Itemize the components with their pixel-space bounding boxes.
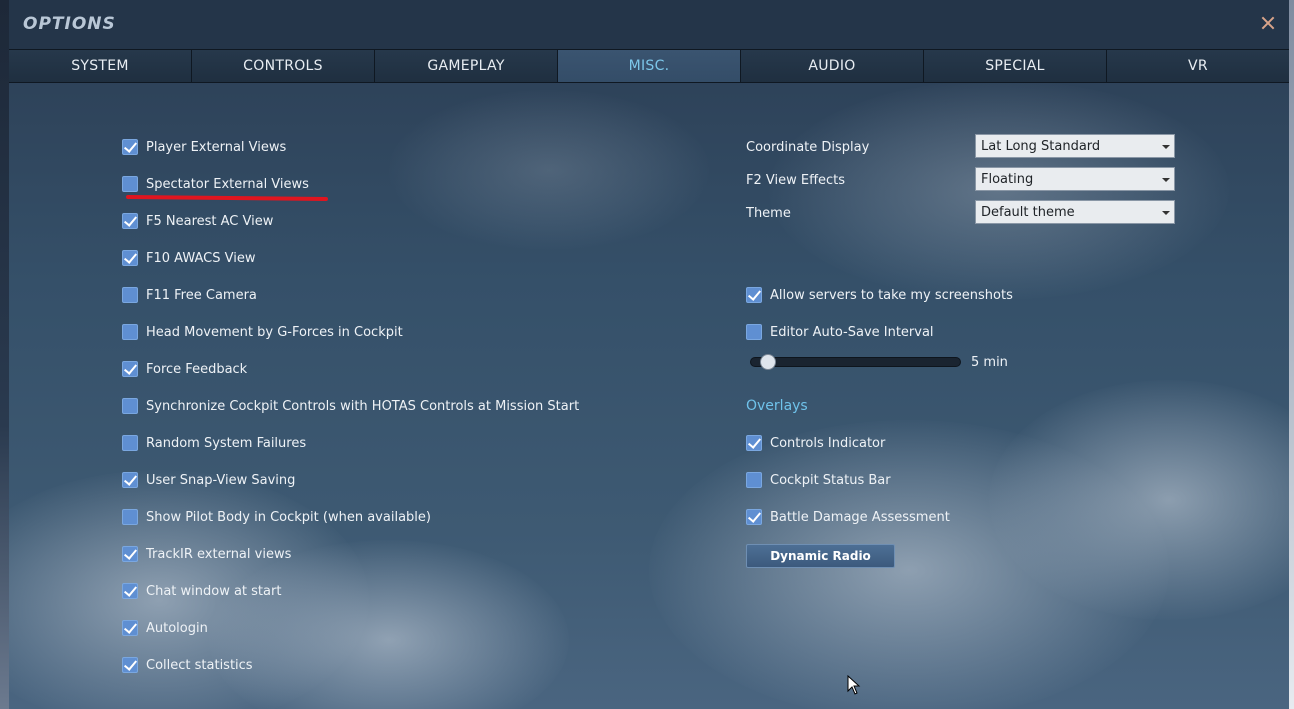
option-label: Force Feedback (146, 361, 248, 377)
option-user-snap-view-saving[interactable]: User Snap-View Saving (122, 470, 295, 490)
dropdown-value: Lat Long Standard (981, 138, 1101, 154)
option-label: Head Movement by G-Forces in Cockpit (146, 324, 403, 340)
autosave-interval-slider[interactable] (750, 357, 961, 367)
checkbox[interactable] (746, 435, 762, 451)
mouse-cursor-icon (847, 675, 861, 695)
option-chat-window-at-start[interactable]: Chat window at start (122, 581, 281, 601)
option-label: Allow servers to take my screenshots (770, 287, 1013, 303)
option-label: TrackIR external views (146, 546, 292, 562)
options-window: OPTIONS SYSTEM CONTROLS GAMEPLAY MISC. A… (9, 0, 1289, 709)
f2-view-effects-label: F2 View Effects (746, 173, 846, 188)
chevron-down-icon (1162, 211, 1170, 215)
option-collect-statistics[interactable]: Collect statistics (122, 655, 253, 675)
checkbox[interactable] (122, 361, 138, 377)
theme-select[interactable]: Default theme (975, 200, 1175, 224)
tab-gameplay[interactable]: GAMEPLAY (375, 50, 558, 82)
dynamic-radio-button[interactable]: Dynamic Radio (746, 544, 895, 568)
option-label: Editor Auto-Save Interval (770, 324, 934, 340)
option-label: Battle Damage Assessment (770, 509, 950, 525)
option-player-external-views[interactable]: Player External Views (122, 137, 286, 157)
dropdown-value: Floating (981, 171, 1034, 187)
checkbox[interactable] (122, 472, 138, 488)
option-label: Autologin (146, 620, 208, 636)
option-label: F5 Nearest AC View (146, 213, 274, 229)
checkbox[interactable] (122, 509, 138, 525)
option-label: F11 Free Camera (146, 287, 257, 303)
option-f5-nearest-ac-view[interactable]: F5 Nearest AC View (122, 211, 273, 231)
option-cockpit-status-bar[interactable]: Cockpit Status Bar (746, 470, 891, 490)
option-trackir-external-views[interactable]: TrackIR external views (122, 544, 291, 564)
option-label: Player External Views (146, 139, 287, 155)
option-label: Synchronize Cockpit Controls with HOTAS … (146, 398, 580, 414)
option-label: Random System Failures (146, 435, 307, 451)
tab-misc[interactable]: MISC. (558, 50, 741, 82)
option-label: Collect statistics (146, 657, 253, 673)
slider-thumb[interactable] (760, 354, 776, 370)
window-title: OPTIONS (23, 14, 116, 34)
theme-label: Theme (746, 206, 791, 221)
checkbox[interactable] (122, 139, 138, 155)
checkbox[interactable] (122, 583, 138, 599)
checkbox[interactable] (122, 176, 138, 192)
option-force-feedback[interactable]: Force Feedback (122, 359, 247, 379)
option-label: Show Pilot Body in Cockpit (when availab… (146, 509, 431, 525)
autosave-interval-value: 5 min (971, 355, 1008, 370)
close-icon[interactable] (1259, 14, 1277, 32)
chevron-down-icon (1162, 145, 1170, 149)
f2-view-effects-select[interactable]: Floating (975, 167, 1175, 191)
background-strip-left (0, 0, 9, 709)
option-head-movement-g-forces[interactable]: Head Movement by G-Forces in Cockpit (122, 322, 403, 342)
option-label: Spectator External Views (146, 176, 309, 192)
checkbox[interactable] (122, 546, 138, 562)
option-label: User Snap-View Saving (146, 472, 296, 488)
checkbox[interactable] (122, 398, 138, 414)
option-controls-indicator[interactable]: Controls Indicator (746, 433, 885, 453)
option-label: F10 AWACS View (146, 250, 256, 266)
chevron-down-icon (1162, 178, 1170, 182)
checkbox[interactable] (746, 472, 762, 488)
option-editor-autosave[interactable]: Editor Auto-Save Interval (746, 322, 934, 342)
misc-options-panel: Player External Views Spectator External… (9, 83, 1289, 709)
tab-vr[interactable]: VR (1107, 50, 1289, 82)
tab-special[interactable]: SPECIAL (924, 50, 1107, 82)
option-show-pilot-body[interactable]: Show Pilot Body in Cockpit (when availab… (122, 507, 431, 527)
tab-audio[interactable]: AUDIO (741, 50, 924, 82)
option-battle-damage-assessment[interactable]: Battle Damage Assessment (746, 507, 950, 527)
title-bar: OPTIONS (9, 0, 1289, 49)
checkbox[interactable] (746, 509, 762, 525)
tab-bar: SYSTEM CONTROLS GAMEPLAY MISC. AUDIO SPE… (9, 49, 1289, 83)
dropdown-value: Default theme (981, 204, 1075, 220)
red-annotation-underline (125, 194, 329, 202)
checkbox[interactable] (122, 287, 138, 303)
option-allow-screenshots[interactable]: Allow servers to take my screenshots (746, 285, 1013, 305)
option-autologin[interactable]: Autologin (122, 618, 208, 638)
option-f11-free-camera[interactable]: F11 Free Camera (122, 285, 257, 305)
option-f10-awacs-view[interactable]: F10 AWACS View (122, 248, 255, 268)
tab-system[interactable]: SYSTEM (9, 50, 192, 82)
checkbox[interactable] (746, 287, 762, 303)
checkbox[interactable] (122, 250, 138, 266)
option-label: Chat window at start (146, 583, 282, 599)
checkbox[interactable] (122, 435, 138, 451)
checkbox[interactable] (122, 657, 138, 673)
coordinate-display-select[interactable]: Lat Long Standard (975, 134, 1175, 158)
option-label: Cockpit Status Bar (770, 472, 891, 488)
option-spectator-external-views[interactable]: Spectator External Views (122, 174, 309, 194)
coordinate-display-label: Coordinate Display (746, 140, 870, 155)
checkbox[interactable] (746, 324, 762, 340)
option-label: Controls Indicator (770, 435, 886, 451)
background-strip-right (1289, 0, 1294, 709)
checkbox[interactable] (122, 620, 138, 636)
tab-controls[interactable]: CONTROLS (192, 50, 375, 82)
checkbox[interactable] (122, 324, 138, 340)
option-sync-cockpit-hotas[interactable]: Synchronize Cockpit Controls with HOTAS … (122, 396, 579, 416)
overlays-heading: Overlays (746, 398, 808, 414)
checkbox[interactable] (122, 213, 138, 229)
option-random-system-failures[interactable]: Random System Failures (122, 433, 306, 453)
